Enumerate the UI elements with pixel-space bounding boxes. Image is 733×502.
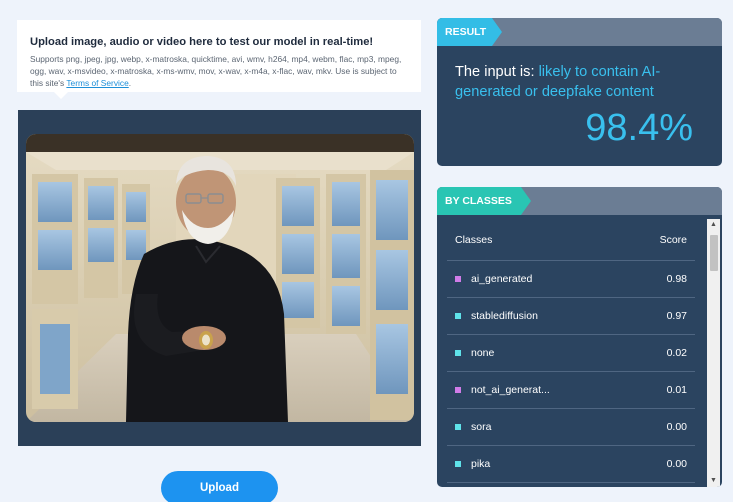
column-header-classes: Classes — [455, 233, 493, 246]
class-color-swatch-icon — [455, 387, 461, 393]
result-text: The input is: likely to contain AI-gener… — [455, 62, 707, 102]
class-name: not_ai_generat... — [471, 384, 550, 396]
classes-table-header: Classes Score — [447, 219, 695, 261]
column-header-score: Score — [659, 233, 687, 246]
class-score: 0.01 — [666, 384, 687, 396]
terms-suffix: . — [128, 78, 132, 89]
table-row: ai_generated 0.98 — [447, 261, 695, 298]
terms-of-service-link[interactable]: Terms of Service — [66, 78, 128, 88]
result-prefix: The input is: — [455, 64, 535, 80]
class-score: 0.02 — [666, 347, 687, 359]
upload-info-card: Upload image, audio or video here to tes… — [17, 20, 421, 99]
scroll-up-arrow-icon[interactable]: ▲ — [707, 219, 720, 231]
table-row: pika 0.00 — [447, 446, 695, 483]
uploaded-image — [26, 134, 414, 422]
class-color-swatch-icon — [455, 424, 461, 430]
class-cell: ai_generated — [455, 273, 532, 285]
class-score: 0.00 — [666, 458, 687, 470]
class-name: ai_generated — [471, 273, 533, 285]
classes-tag: BY CLASSES — [437, 187, 531, 215]
upload-button[interactable]: Upload — [161, 471, 278, 502]
class-name: stablediffusion — [471, 310, 538, 322]
class-cell: none — [455, 347, 494, 359]
scroll-down-arrow-icon[interactable]: ▼ — [707, 475, 720, 487]
table-row: sora 0.00 — [447, 409, 695, 446]
table-row: none 0.02 — [447, 335, 695, 372]
class-score: 0.00 — [666, 421, 687, 433]
class-name: none — [471, 347, 495, 359]
classes-header: BY CLASSES — [437, 187, 722, 215]
class-name: pika — [471, 458, 491, 470]
result-score: 98.4% — [585, 107, 693, 149]
class-cell: stablediffusion — [455, 310, 538, 322]
scrollbar-thumb[interactable] — [710, 235, 718, 271]
table-row: not_ai_generat... 0.01 — [447, 372, 695, 409]
class-color-swatch-icon — [455, 276, 461, 282]
class-cell: sora — [455, 421, 491, 433]
class-score: 0.97 — [666, 310, 687, 322]
class-color-swatch-icon — [455, 461, 461, 467]
class-color-swatch-icon — [455, 350, 461, 356]
result-header: RESULT — [437, 18, 722, 46]
image-preview-panel — [18, 110, 421, 446]
classes-card: BY CLASSES Classes Score ai_generated 0.9… — [437, 187, 722, 487]
upload-formats-text: Supports png, jpeg, jpg, webp, x-matrosk… — [30, 53, 408, 90]
classes-scrollbar[interactable]: ▲ ▼ — [707, 219, 720, 487]
class-cell: pika — [455, 458, 490, 470]
class-name: sora — [471, 421, 492, 433]
classes-table: Classes Score ai_generated 0.98 stablediff… — [447, 219, 695, 487]
upload-info-title: Upload image, audio or video here to tes… — [30, 36, 374, 48]
result-tag: RESULT — [437, 18, 502, 46]
class-cell: not_ai_generat... — [455, 384, 550, 396]
class-color-swatch-icon — [455, 313, 461, 319]
table-row: stablediffusion 0.97 — [447, 298, 695, 335]
result-card: RESULT The input is: likely to contain A… — [437, 18, 722, 166]
class-score: 0.98 — [666, 273, 687, 285]
